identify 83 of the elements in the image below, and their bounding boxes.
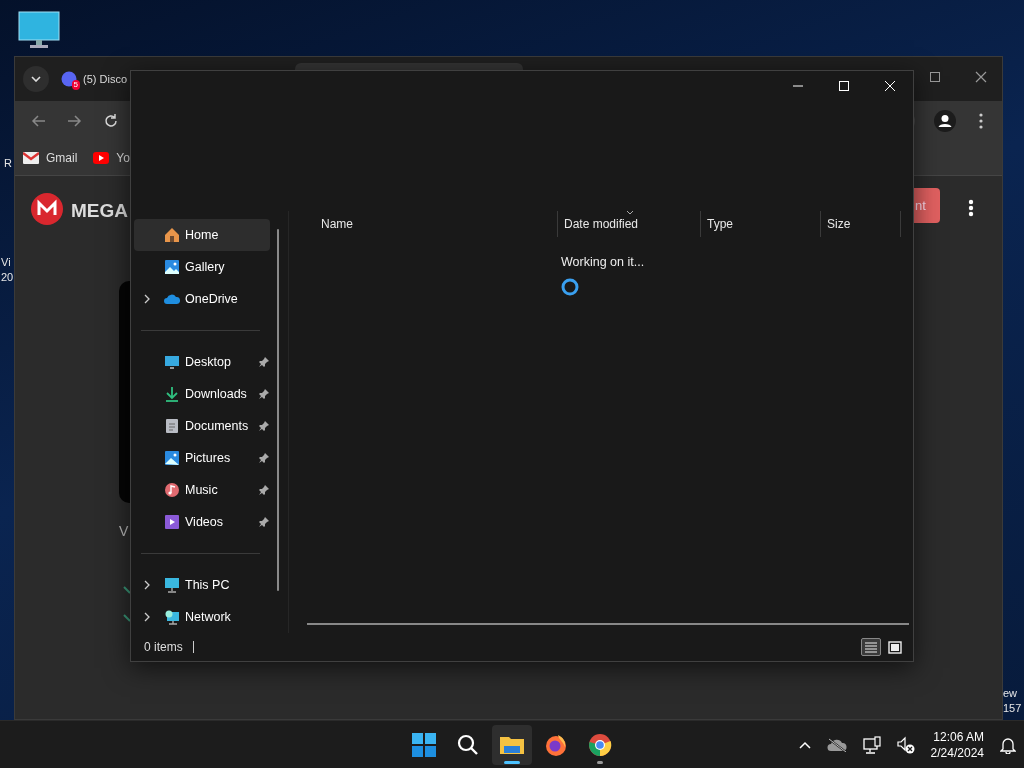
monitor-icon xyxy=(164,354,180,371)
app-icon xyxy=(61,71,77,87)
logo-icon xyxy=(31,193,63,225)
bell-icon[interactable] xyxy=(1000,735,1016,754)
reload-icon[interactable] xyxy=(103,113,119,129)
check-icon xyxy=(123,586,131,594)
desktop-icon-label: ew xyxy=(1003,686,1018,701)
nav-item[interactable]: Home xyxy=(134,219,270,252)
item-count: 0 items xyxy=(144,639,183,657)
pin-icon xyxy=(259,357,269,368)
nav-item[interactable]: Desktop xyxy=(134,346,270,379)
nav-item[interactable]: This PC xyxy=(134,569,270,602)
maximize-icon xyxy=(839,81,849,91)
pin-icon xyxy=(259,421,269,432)
maximize-icon[interactable] xyxy=(930,72,940,82)
more-icon[interactable] xyxy=(968,199,974,217)
date-text: 2/24/2024 xyxy=(930,744,984,761)
nav-item[interactable]: Network xyxy=(134,601,270,634)
chevron-right-icon xyxy=(144,294,150,305)
more-icon[interactable] xyxy=(979,113,983,129)
check-icon xyxy=(123,614,131,622)
close-icon xyxy=(885,81,895,91)
notification-badge: 5 xyxy=(71,80,80,90)
network-icon[interactable] xyxy=(862,735,881,754)
browser-icon xyxy=(544,732,568,757)
column-header[interactable]: Date modified xyxy=(557,211,700,238)
bookmark[interactable]: Yo xyxy=(93,149,130,167)
chevron-down-icon xyxy=(31,76,41,82)
mail-icon xyxy=(23,152,39,164)
chevron-right-icon xyxy=(144,612,150,623)
profile-icon[interactable] xyxy=(934,110,956,132)
pin-icon xyxy=(259,453,269,464)
loading-spinner xyxy=(560,276,580,297)
cloud-offline-icon[interactable] xyxy=(826,737,847,752)
details-view-button[interactable] xyxy=(861,638,881,657)
pin-icon xyxy=(259,517,269,528)
desktop-icon-label: 157 xyxy=(1003,701,1022,716)
taskbar-app-button[interactable] xyxy=(492,724,532,765)
time-text: 12:06 AM xyxy=(932,728,984,745)
pin-icon xyxy=(259,485,269,496)
close-icon[interactable] xyxy=(975,71,987,83)
document-icon xyxy=(164,418,180,435)
forward-icon[interactable] xyxy=(66,113,82,129)
browser-icon xyxy=(588,732,612,757)
scrollbar[interactable] xyxy=(307,623,909,626)
tiles-view-icon xyxy=(886,638,904,656)
bookmark[interactable]: Gmail xyxy=(23,149,78,167)
heading-text: V xyxy=(119,522,129,541)
windows-icon xyxy=(412,732,436,757)
nav-item[interactable]: Videos xyxy=(134,506,270,539)
back-icon[interactable] xyxy=(31,113,47,129)
scrollbar[interactable] xyxy=(277,229,279,592)
pin-icon xyxy=(259,389,269,400)
column-header[interactable]: Type xyxy=(700,211,820,238)
nav-item[interactable]: Documents xyxy=(134,410,270,443)
logo-text: MEGA xyxy=(71,199,128,223)
video-icon xyxy=(164,514,180,531)
chevron-right-icon xyxy=(144,580,150,591)
search-icon xyxy=(457,733,479,756)
loading-text: Working on it... xyxy=(561,254,645,272)
volume-muted-icon[interactable] xyxy=(896,735,915,754)
sort-caret-icon xyxy=(626,210,634,216)
desktop-icon-label: R xyxy=(4,156,12,171)
nav-item[interactable]: Music xyxy=(134,474,270,507)
home-icon xyxy=(164,227,180,244)
desktop-icon-label: 20 xyxy=(1,270,14,285)
desktop-icon-label: Vi xyxy=(1,255,11,270)
nav-item[interactable]: Downloads xyxy=(134,378,270,411)
image-icon xyxy=(164,450,180,467)
nav-item[interactable]: Gallery xyxy=(134,251,270,284)
computer-icon xyxy=(164,577,180,594)
nav-item[interactable]: Pictures xyxy=(134,442,270,475)
tiles-view-button[interactable] xyxy=(885,638,905,657)
tab-search-button[interactable] xyxy=(23,66,49,92)
chevron-up-icon[interactable] xyxy=(798,740,811,749)
column-header[interactable]: Name xyxy=(315,211,557,238)
nav-item[interactable]: OneDrive xyxy=(134,283,270,316)
network-icon xyxy=(164,609,180,626)
music-icon xyxy=(164,482,180,499)
monitor-icon[interactable] xyxy=(18,11,60,49)
download-icon xyxy=(164,386,180,403)
play-icon xyxy=(93,152,110,164)
image-icon xyxy=(164,259,180,276)
